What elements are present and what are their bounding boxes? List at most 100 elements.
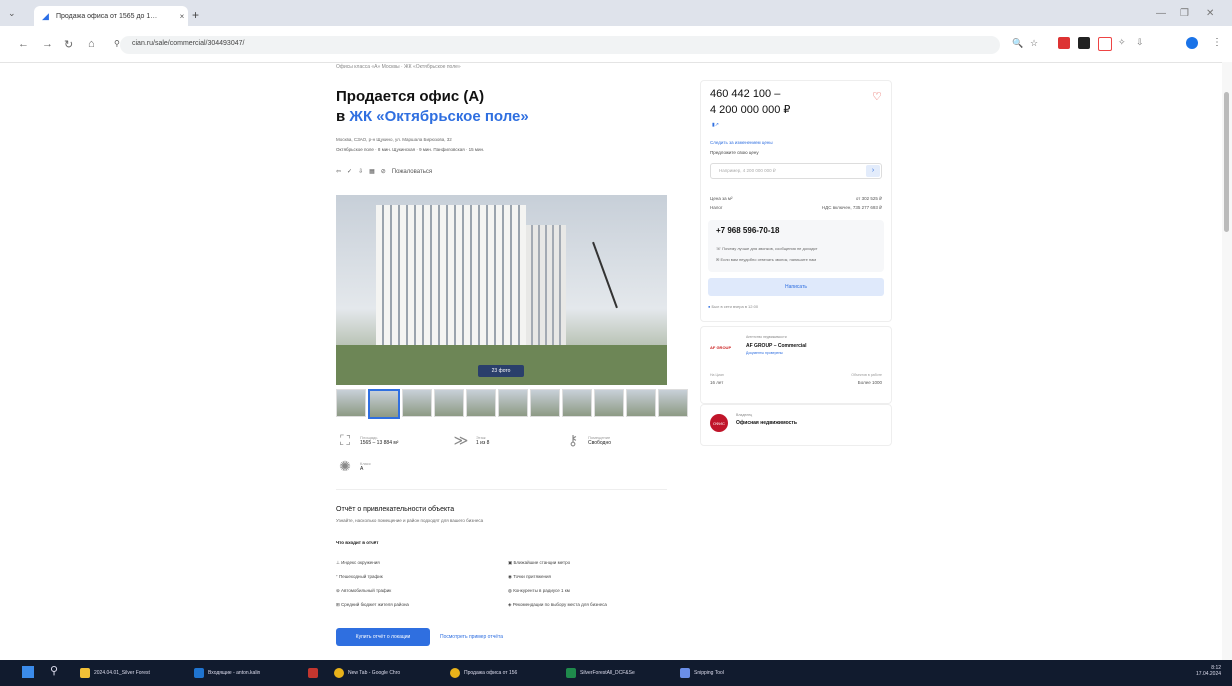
- agency-objects-label: Объектов в работе: [851, 373, 882, 377]
- agency-name[interactable]: AF GROUP – Commercial: [746, 343, 806, 349]
- photo-count-badge[interactable]: 23 фото: [478, 365, 524, 377]
- address-text[interactable]: Москва, СЗАО, р-н Щукино, ул. Маршала Би…: [336, 137, 452, 142]
- taskbar-item[interactable]: SilverForestAll_DCF&Se: [566, 668, 635, 678]
- extension-dark-icon[interactable]: [1078, 37, 1090, 49]
- metro-list: Октябрьское поле · 8 мин. Щукинская · 9 …: [336, 147, 485, 152]
- pdf-icon: [308, 668, 318, 678]
- extension-red-icon[interactable]: [1058, 37, 1070, 49]
- price-notify-link[interactable]: Следить за изменением цены: [710, 140, 773, 145]
- home-icon[interactable]: ⌂: [88, 38, 95, 50]
- agency-docs-badge: Документы проверены: [746, 351, 783, 355]
- photo-thumbnail[interactable]: [658, 389, 688, 417]
- tax-value: НДС включен, 735 277 693 ₽: [821, 205, 882, 210]
- photo-building: [376, 205, 526, 365]
- page-title: Продается офис (A): [336, 88, 485, 105]
- phone-number[interactable]: +7 968 596-70-18: [716, 226, 779, 235]
- agency-caption: Агентство недвижимости: [746, 335, 787, 339]
- address-bar[interactable]: [120, 36, 1000, 54]
- param-floor: ≫ Этаж 1 из 8: [452, 432, 490, 449]
- agency-card: [700, 326, 892, 404]
- breadcrumb[interactable]: Офисы класса «А» Москвы · ЖК «Октябрьско…: [336, 64, 461, 70]
- back-icon[interactable]: ←: [18, 38, 29, 50]
- taskbar-item[interactable]: New Tab - Google Chro: [334, 668, 400, 678]
- param-value: Свободно: [588, 440, 611, 446]
- new-tab-button[interactable]: +: [192, 8, 199, 22]
- reload-icon[interactable]: ↻: [64, 38, 73, 51]
- complain-button[interactable]: Пожаловаться: [392, 169, 432, 175]
- param-value: A: [360, 466, 364, 472]
- taskbar-item[interactable]: Входящие - anton.kalin: [194, 668, 260, 678]
- photo-thumbnail[interactable]: [466, 389, 496, 417]
- agency-logo[interactable]: AF GROUP: [710, 345, 740, 353]
- photo-thumbnail[interactable]: [434, 389, 464, 417]
- taskbar-item[interactable]: Snipping Tool: [680, 668, 724, 678]
- compare-icon[interactable]: ▦: [369, 168, 375, 175]
- photo-thumbnail[interactable]: [626, 389, 656, 417]
- extension-shield-icon[interactable]: [1098, 37, 1112, 51]
- taskbar-item[interactable]: 2024.04.01_Silver Forest: [80, 668, 150, 678]
- owner-caption: Владелец: [736, 413, 753, 417]
- complex-link[interactable]: ЖК «Октябрьское поле»: [349, 108, 528, 125]
- write-message-button[interactable]: Написать: [708, 278, 884, 296]
- tab-close-icon[interactable]: ×: [176, 12, 188, 21]
- maximize-icon[interactable]: ❐: [1180, 8, 1189, 19]
- zoom-icon[interactable]: 🔍: [1012, 38, 1023, 49]
- downloads-icon[interactable]: ⇩: [1136, 37, 1144, 48]
- sample-report-link[interactable]: Посмотреть пример отчёта: [440, 634, 503, 640]
- section-divider: [336, 489, 667, 490]
- scrollbar-thumb[interactable]: [1224, 92, 1229, 232]
- extension-puzzle-icon[interactable]: ✧: [1118, 37, 1126, 48]
- report-list-right: ▣ Ближайшие станции метро ◉ Точки притяж…: [508, 560, 607, 616]
- photo-thumbnail[interactable]: [402, 389, 432, 417]
- favorite-heart-icon[interactable]: ♡: [872, 90, 882, 103]
- buy-report-button[interactable]: Купить отчёт о локации: [336, 628, 430, 646]
- site-info-icon[interactable]: ⚲: [114, 39, 120, 48]
- share-icon[interactable]: ⇦: [336, 168, 341, 175]
- photo-thumbnail[interactable]: [530, 389, 560, 417]
- param-value: 1565 – 13 884 м²: [360, 440, 399, 446]
- report-item: ◈ Рекомендации по выбору места для бизне…: [508, 602, 607, 607]
- param-area: ⛶ Площадь 1565 – 13 884 м²: [336, 432, 398, 449]
- area-icon: ⛶: [340, 432, 350, 448]
- edit-icon[interactable]: ✓: [347, 168, 352, 175]
- photo-thumbnail[interactable]: [336, 389, 366, 417]
- owner-name[interactable]: Офисная недвижимость: [736, 420, 797, 426]
- report-title: Отчёт о привлекательности объекта: [336, 506, 455, 513]
- photo-lamp-pole: [592, 241, 618, 309]
- agency-objects-value: Более 1000: [857, 380, 882, 385]
- photo-thumbnail[interactable]: [368, 389, 400, 419]
- address-url: cian.ru/sale/commercial/304493047/: [132, 40, 245, 47]
- offer-price-input[interactable]: Например, 4 200 000 000 ₽: [710, 163, 882, 179]
- outlook-icon: [194, 668, 204, 678]
- tab-search-icon[interactable]: ⌄: [8, 8, 16, 19]
- photo-thumbnails: [336, 389, 688, 419]
- photo-thumbnail[interactable]: [594, 389, 624, 417]
- offer-submit-icon[interactable]: ›: [866, 165, 880, 177]
- price-history-icon[interactable]: ▮↗: [712, 122, 719, 128]
- taskbar-search-icon[interactable]: ⚲: [50, 664, 58, 677]
- owner-avatar[interactable]: ОФИС: [710, 414, 728, 432]
- system-clock[interactable]: 8:12 17.04.2024: [1196, 665, 1221, 677]
- excel-icon: [566, 668, 576, 678]
- main-photo[interactable]: [336, 195, 667, 385]
- photo-thumbnail[interactable]: [562, 389, 592, 417]
- page-title-complex: в ЖК «Октябрьское поле»: [336, 108, 529, 125]
- snipping-tool-icon: [680, 668, 690, 678]
- start-icon[interactable]: [22, 666, 34, 678]
- taskbar-item[interactable]: [308, 668, 318, 678]
- profile-avatar[interactable]: [1186, 37, 1198, 49]
- photo-thumbnail[interactable]: [498, 389, 528, 417]
- param-value: 1 из 8: [476, 440, 490, 446]
- download-icon[interactable]: ⇩: [358, 168, 363, 175]
- chrome-icon: [450, 668, 460, 678]
- chrome-icon: [334, 668, 344, 678]
- browser-tab[interactable]: ◢ Продажа офиса от 1565 до 1… ×: [34, 6, 188, 26]
- hide-icon[interactable]: ⊘: [381, 168, 386, 175]
- minimize-icon[interactable]: —: [1156, 8, 1166, 19]
- bookmark-star-icon[interactable]: ☆: [1030, 38, 1038, 49]
- forward-icon[interactable]: →: [42, 38, 53, 50]
- close-window-icon[interactable]: ✕: [1206, 8, 1214, 19]
- taskbar-item[interactable]: Продажа офиса от 156: [450, 668, 517, 678]
- online-status: ● Был в сети вчера в 12:00: [708, 304, 759, 309]
- menu-icon[interactable]: ⋮: [1212, 37, 1222, 48]
